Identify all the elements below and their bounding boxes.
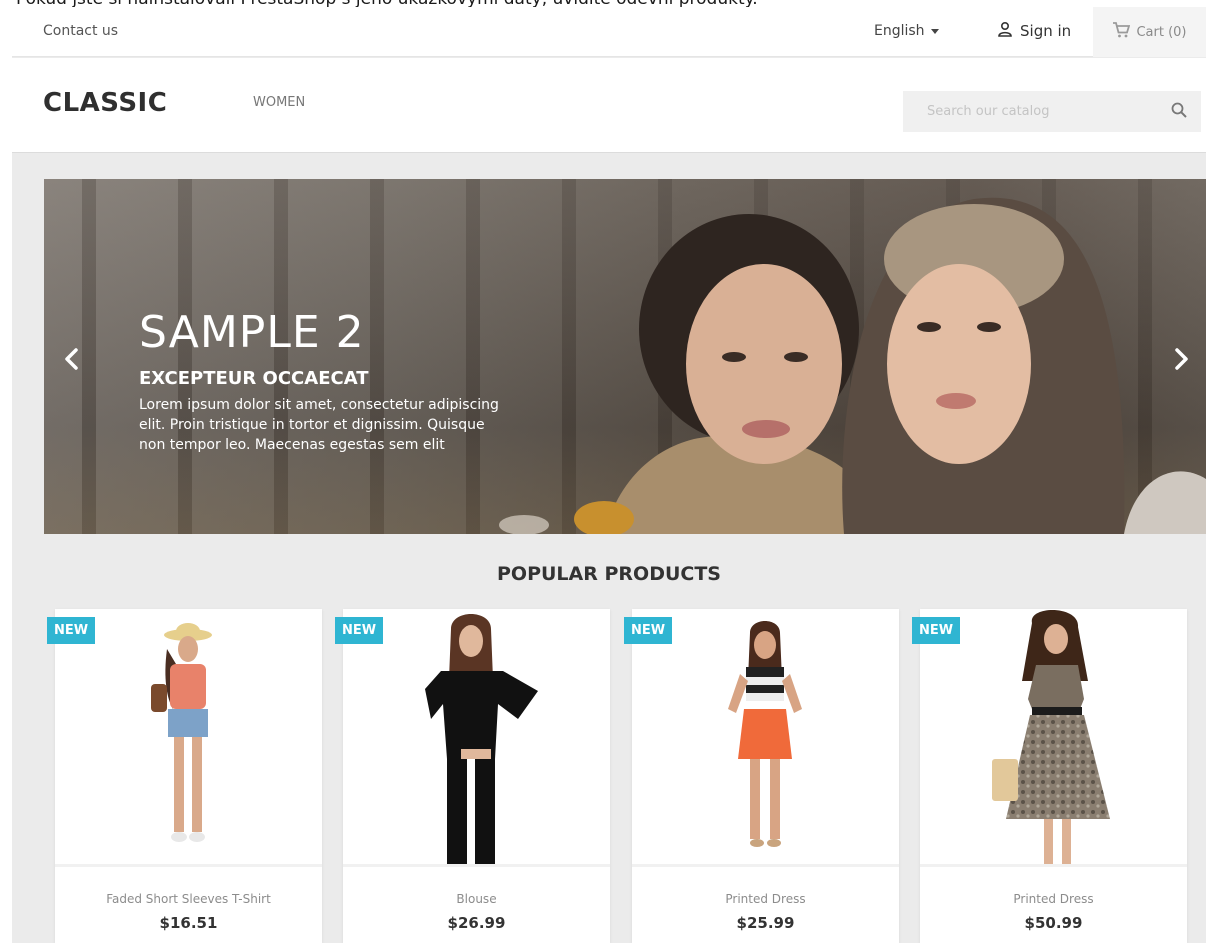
- new-badge: NEW: [335, 617, 384, 644]
- product-name[interactable]: Printed Dress: [632, 892, 899, 906]
- cart-icon: [1112, 22, 1131, 42]
- shop-page: Contact us English Sign in Cart (0) CLAS…: [12, 7, 1206, 943]
- chevron-right-icon[interactable]: [1171, 347, 1191, 371]
- top-nav: Contact us English Sign in Cart (0): [12, 7, 1206, 57]
- search-input[interactable]: [927, 104, 1171, 119]
- product-card[interactable]: NEW Printed Dress $50.99: [912, 609, 1187, 943]
- hero-slider: SAMPLE 2 EXCEPTEUR OCCAECAT Lorem ipsum …: [44, 179, 1206, 534]
- product-card[interactable]: NEW Faded Short Sleeves T-Shirt $16.51: [47, 609, 322, 943]
- language-selector[interactable]: English: [874, 23, 939, 39]
- site-header: CLASSIC WOMEN: [12, 58, 1206, 153]
- product-name[interactable]: Printed Dress: [920, 892, 1187, 906]
- new-badge: NEW: [912, 617, 961, 644]
- search-icon[interactable]: [1171, 102, 1187, 122]
- slide-caption: SAMPLE 2 EXCEPTEUR OCCAECAT Lorem ipsum …: [139, 311, 499, 455]
- language-label: English: [874, 23, 925, 39]
- section-title: POPULAR PRODUCTS: [497, 563, 721, 585]
- product-card[interactable]: NEW Printed Dress $25.99: [624, 609, 899, 943]
- search-box: [903, 91, 1201, 132]
- product-price: $25.99: [736, 914, 795, 932]
- new-badge: NEW: [624, 617, 673, 644]
- product-image[interactable]: [55, 609, 322, 867]
- product-name[interactable]: Blouse: [343, 892, 610, 906]
- slide-title: SAMPLE 2: [139, 307, 365, 358]
- product-price: $50.99: [1024, 914, 1083, 932]
- site-logo[interactable]: CLASSIC: [43, 88, 167, 118]
- product-image[interactable]: [343, 609, 610, 867]
- user-icon: [997, 21, 1013, 41]
- caret-down-icon: [930, 28, 939, 34]
- product-price: $26.99: [447, 914, 506, 932]
- product-price: $16.51: [159, 914, 218, 932]
- product-card[interactable]: NEW Blouse $26.99: [335, 609, 610, 943]
- menu-item-women[interactable]: WOMEN: [253, 95, 305, 110]
- product-image[interactable]: [920, 609, 1187, 867]
- sign-in-label: Sign in: [1020, 22, 1072, 40]
- product-image[interactable]: [632, 609, 899, 867]
- sign-in-link[interactable]: Sign in: [997, 21, 1071, 41]
- product-name[interactable]: Faded Short Sleeves T-Shirt: [55, 892, 322, 906]
- cart-label: Cart (0): [1136, 24, 1187, 40]
- cart-button[interactable]: Cart (0): [1093, 7, 1206, 57]
- slide-description: Lorem ipsum dolor sit amet, consectetur …: [139, 397, 499, 453]
- chevron-left-icon[interactable]: [62, 347, 82, 371]
- new-badge: NEW: [47, 617, 96, 644]
- contact-us-link[interactable]: Contact us: [43, 23, 118, 39]
- slide-subtitle: EXCEPTEUR OCCAECAT: [139, 368, 369, 389]
